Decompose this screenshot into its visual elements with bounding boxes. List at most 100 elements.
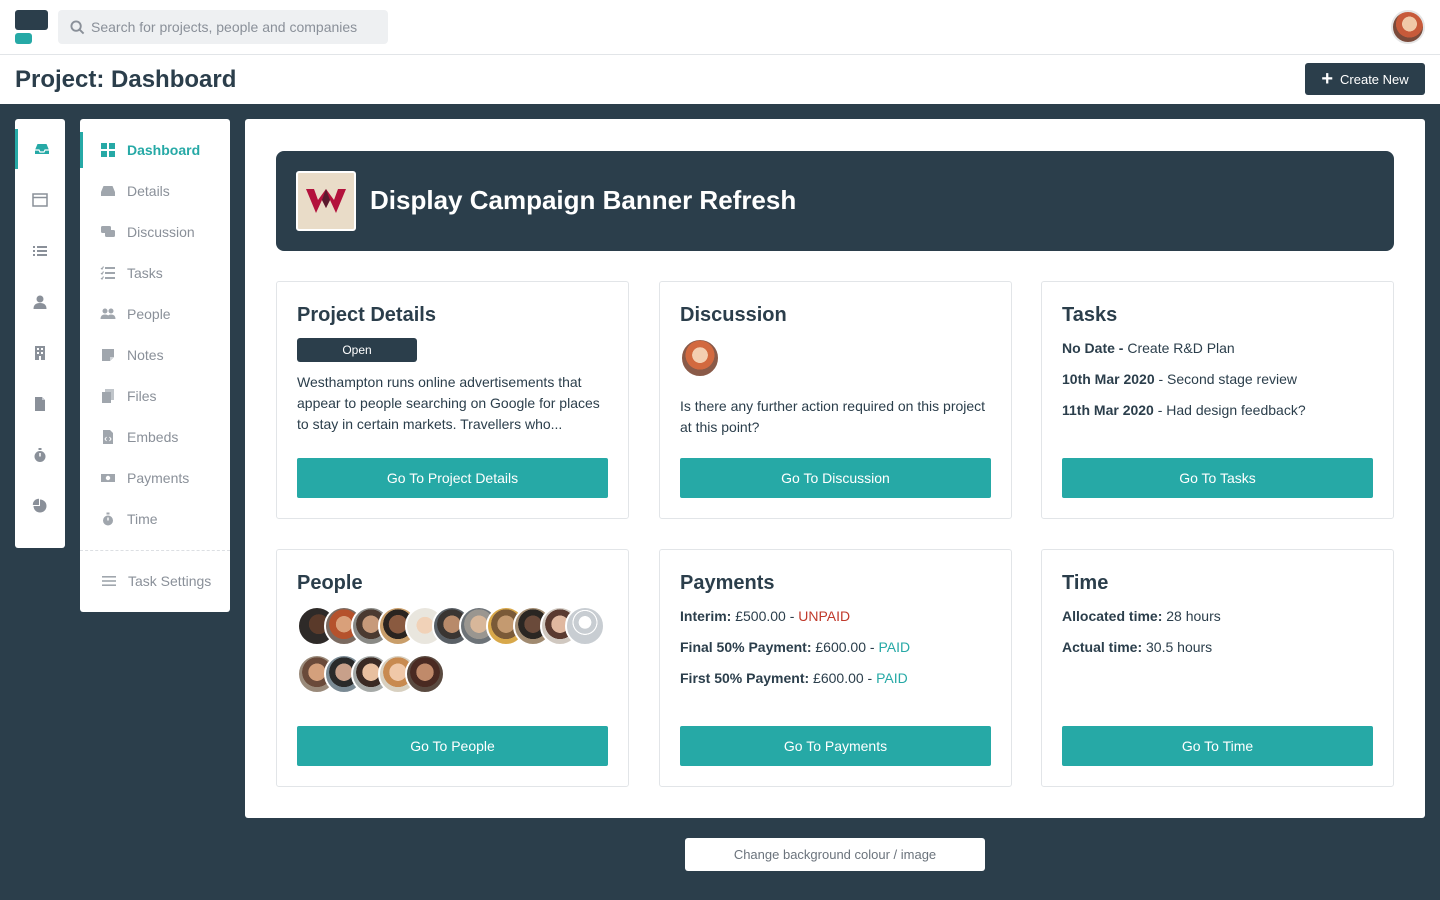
rail-item-stopwatch[interactable] [15, 435, 65, 475]
nav-label: Details [127, 183, 170, 199]
go-to-payments-button[interactable]: Go To Payments [680, 726, 991, 766]
project-title: Display Campaign Banner Refresh [370, 185, 797, 215]
rail-item-user[interactable] [15, 282, 65, 322]
actual-time: Actual time: 30.5 hours [1062, 639, 1213, 655]
note-icon [102, 349, 114, 361]
user-icon [33, 295, 47, 309]
nav-label: Embeds [127, 429, 179, 445]
nav-label: People [127, 306, 171, 322]
go-to-discussion-button[interactable]: Go To Discussion [680, 458, 991, 498]
go-to-time-button[interactable]: Go To Time [1062, 726, 1373, 766]
card-title: Time [1062, 572, 1109, 594]
nav-item-time[interactable]: Time [80, 501, 230, 537]
avatar-placeholder[interactable] [565, 606, 605, 646]
chat-icon [101, 226, 115, 237]
task-item: 10th Mar 2020 - Second stage review [1062, 371, 1298, 387]
payment-item: Final 50% Payment: £600.00 - PAID [680, 639, 911, 655]
rail-item-building[interactable] [15, 333, 65, 373]
create-new-label: Create New [1340, 71, 1409, 87]
building-icon [35, 346, 45, 360]
rail-item-list[interactable] [15, 231, 65, 271]
nav-item-discussion[interactable]: Discussion [80, 214, 230, 250]
payment-item: Interim: £500.00 - UNPAID [680, 608, 851, 624]
nav-label: Discussion [127, 224, 195, 240]
project-description: Westhampton runs online advertisements t… [297, 374, 600, 432]
allocated-time: Allocated time: 28 hours [1062, 608, 1221, 624]
status-badge: Open [297, 338, 417, 362]
file-icon [35, 397, 45, 411]
search-input[interactable] [91, 19, 381, 35]
nav-label: Task Settings [128, 573, 212, 589]
task-item: No Date - Create R&D Plan [1062, 340, 1235, 356]
window-icon [32, 193, 48, 207]
task-item: 11th Mar 2020 - Had design feedback? [1062, 402, 1306, 418]
nav-item-task-settings[interactable]: Task Settings [80, 563, 230, 599]
rail-item-inbox[interactable] [15, 129, 65, 169]
payment-status: PAID [876, 670, 908, 686]
discussion-card: Discussion Is there any further action r… [659, 281, 1012, 519]
go-to-people-button[interactable]: Go To People [297, 726, 608, 766]
nav-label: Payments [127, 470, 190, 486]
nav-item-people[interactable]: People [80, 296, 230, 332]
discussion-message: Is there any further action required on … [680, 398, 986, 435]
nav-label: Files [127, 388, 157, 404]
nav-divider [80, 550, 230, 551]
rail-item-file[interactable] [15, 384, 65, 424]
w-logo-icon [306, 189, 346, 213]
card-title: Payments [680, 572, 775, 594]
card-title: Tasks [1062, 304, 1118, 326]
payment-status: UNPAID [798, 608, 851, 624]
stopwatch-icon [34, 448, 46, 462]
nav-label: Dashboard [127, 142, 201, 158]
grid-icon [101, 143, 115, 157]
tasks-card: Tasks No Date - Create R&D Plan 10th Mar… [1041, 281, 1394, 519]
avatar[interactable] [405, 654, 445, 694]
inbox-icon [34, 144, 49, 154]
nav-label: Notes [127, 347, 164, 363]
create-new-button[interactable]: + Create New [1305, 63, 1425, 95]
project-details-card: Project Details Open Westhampton runs on… [276, 281, 629, 519]
avatar [680, 338, 720, 378]
files-icon [102, 389, 114, 403]
user-avatar[interactable] [1391, 10, 1425, 44]
payment-item: First 50% Payment: £600.00 - PAID [680, 670, 908, 686]
code-file-icon [103, 430, 113, 444]
dashboard-panel: Display Campaign Banner Refresh Project … [245, 119, 1425, 818]
stopwatch-icon [103, 512, 113, 526]
nav-item-notes[interactable]: Notes [80, 337, 230, 373]
pie-chart-icon [32, 498, 47, 513]
nav-label: Time [127, 511, 158, 527]
go-to-tasks-button[interactable]: Go To Tasks [1062, 458, 1373, 498]
inbox-icon [101, 186, 115, 196]
project-logo [296, 171, 356, 231]
card-title: Project Details [297, 304, 436, 326]
people-card: People Go To People [276, 549, 629, 787]
nav-item-dashboard[interactable]: Dashboard [80, 132, 230, 168]
go-to-project-details-button[interactable]: Go To Project Details [297, 458, 608, 498]
list-icon [33, 246, 47, 256]
menu-icon [102, 576, 116, 586]
rail-item-window[interactable] [15, 180, 65, 220]
search-icon [70, 19, 85, 34]
task-list-icon [100, 266, 115, 280]
payments-card: Payments Interim: £500.00 - UNPAID Final… [659, 549, 1012, 787]
nav-item-files[interactable]: Files [80, 378, 230, 414]
search-box[interactable] [58, 10, 388, 44]
users-icon [100, 308, 116, 319]
change-background-button[interactable]: Change background colour / image [685, 838, 985, 871]
nav-item-details[interactable]: Details [80, 173, 230, 209]
payment-status: PAID [878, 639, 911, 655]
page-title: Project: Dashboard [15, 66, 237, 93]
top-bar [0, 0, 1440, 55]
time-card: Time Allocated time: 28 hours Actual tim… [1041, 549, 1394, 787]
icon-rail [15, 119, 65, 548]
page-header: Project: Dashboard + Create New [0, 55, 1440, 104]
nav-item-payments[interactable]: Payments [80, 460, 230, 496]
nav-item-tasks[interactable]: Tasks [80, 255, 230, 291]
app-logo[interactable] [15, 10, 49, 44]
project-banner: Display Campaign Banner Refresh [276, 151, 1394, 251]
card-title: Discussion [680, 304, 787, 326]
nav-label: Tasks [127, 265, 163, 281]
nav-item-embeds[interactable]: Embeds [80, 419, 230, 455]
rail-item-pie-chart[interactable] [15, 486, 65, 526]
